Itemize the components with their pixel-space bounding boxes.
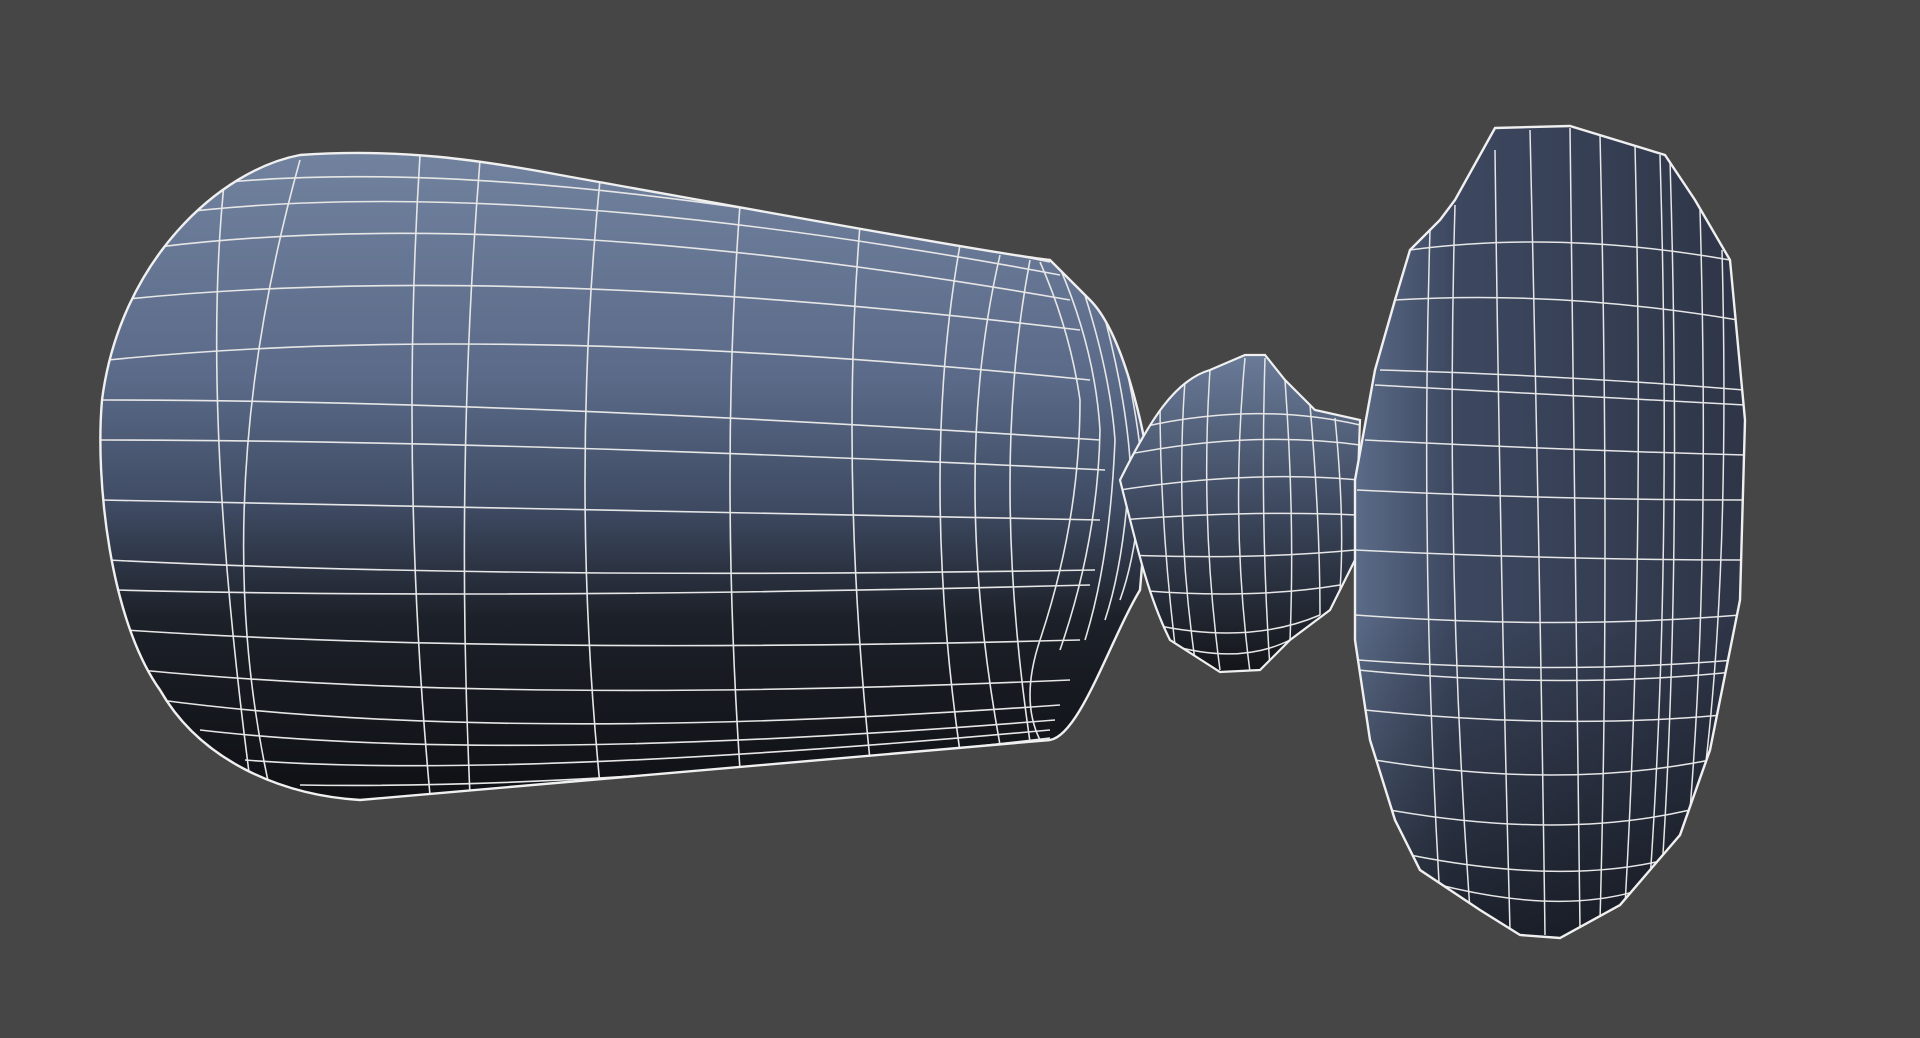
- 3d-viewport[interactable]: [0, 0, 1920, 1038]
- neck[interactable]: [1118, 353, 1362, 674]
- handle-body[interactable]: [99, 151, 1152, 802]
- knob-cap[interactable]: [1353, 124, 1747, 940]
- mesh-render: [99, 124, 1747, 940]
